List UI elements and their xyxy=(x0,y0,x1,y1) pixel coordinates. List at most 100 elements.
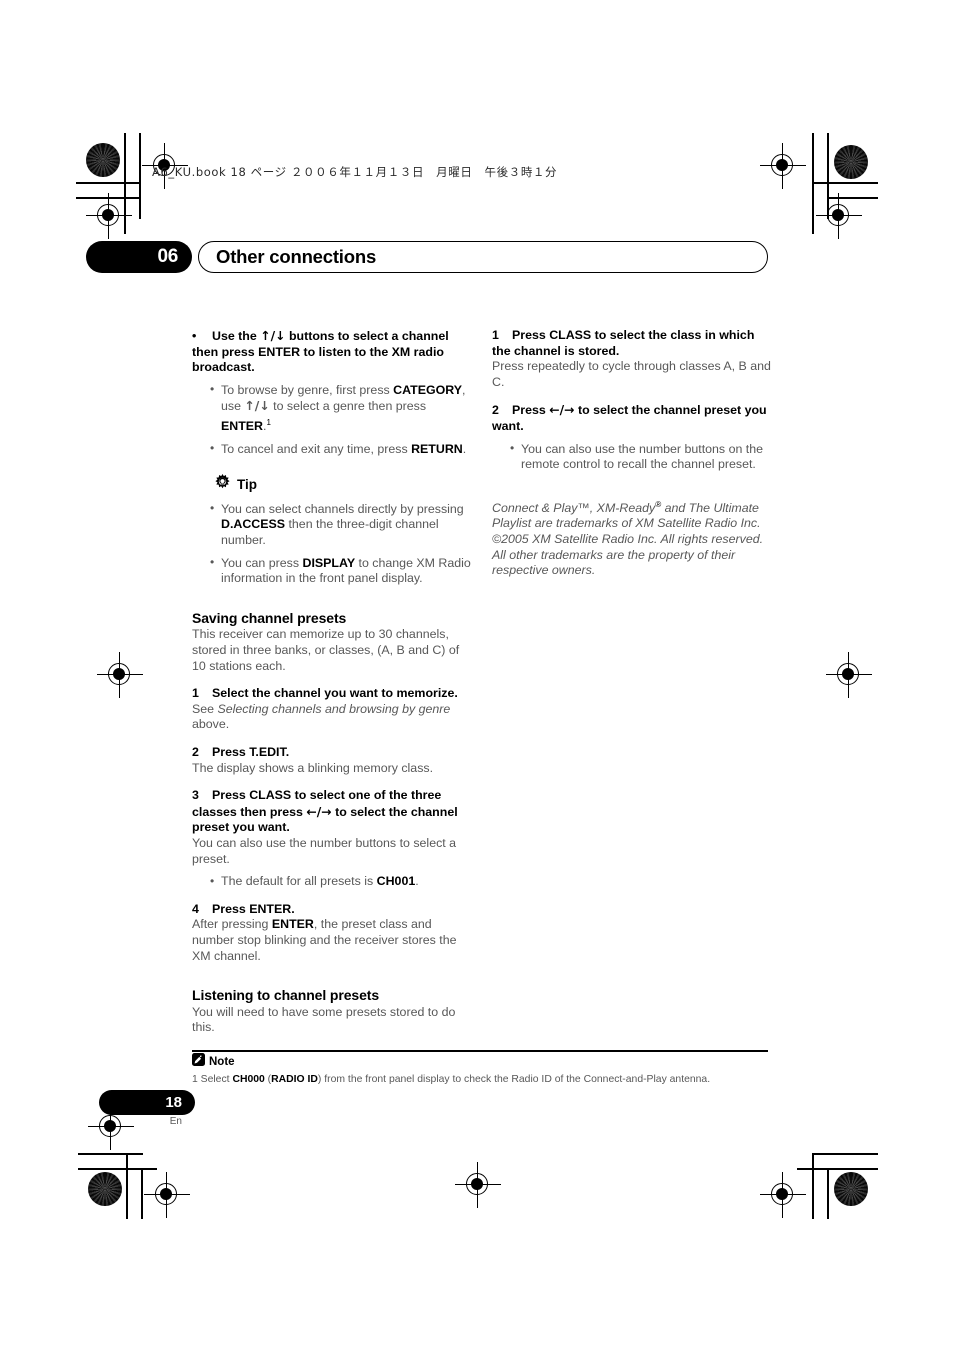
bullet-marker: • xyxy=(192,329,197,343)
crop-line-br-h1 xyxy=(812,1153,878,1155)
step-title: Select the channel you want to memorize. xyxy=(212,686,458,701)
note-pencil-icon xyxy=(192,1053,205,1071)
ch001-value: CH001 xyxy=(376,874,416,889)
saving-presets-intro: This receiver can memorize up to 30 chan… xyxy=(192,627,460,673)
left-right-arrows-icon: ←/→ xyxy=(549,402,575,418)
registration-mark-tr xyxy=(760,143,806,189)
cross-reference: Selecting channels and browsing by genre xyxy=(217,701,451,716)
step-1-body: Press repeatedly to cycle through classe… xyxy=(492,359,771,389)
print-header-text: A6_KU.book 18 ページ ２００６年１１月１３日 月曜日 午後３時１分 xyxy=(152,165,558,179)
step-2-body: The display shows a blinking memory clas… xyxy=(192,760,434,775)
chapter-number: 06 xyxy=(86,241,192,273)
step-2-press-tedit: 2 Press T.EDIT. xyxy=(192,745,472,761)
note-block: Note 1 Select CH000 (RADIO ID) from the … xyxy=(192,1053,782,1086)
tip-text-1: You can press xyxy=(221,555,303,570)
step-1-select-channel: 1 Select the channel you want to memorize… xyxy=(192,686,472,702)
step-2-sub-list: You can also use the number buttons on t… xyxy=(492,441,772,473)
daccess-button-label: D.ACCESS xyxy=(221,517,286,532)
halftone-circle-bl xyxy=(88,1172,122,1206)
list-item: You can press DISPLAY to change XM Radio… xyxy=(210,555,472,587)
category-button-label: CATEGORY xyxy=(393,382,463,397)
list-item: You can also use the number buttons on t… xyxy=(510,441,772,473)
step-title-part1: Press xyxy=(512,403,550,418)
page-number-badge: 18 xyxy=(99,1090,195,1115)
trademark-text-1: Connect & Play™, XM-Ready xyxy=(492,500,656,515)
registration-mark-br xyxy=(760,1172,806,1218)
tip-header: Tip xyxy=(214,474,472,496)
step-title: Press ENTER. xyxy=(212,901,295,916)
lightbulb-icon xyxy=(214,474,231,496)
left-right-arrows-icon: ←/→ xyxy=(306,803,332,819)
return-button-label: RETURN xyxy=(411,441,463,456)
registration-mark-right-middle xyxy=(826,652,872,698)
step-2-press-arrows: 2 Press ←/→ to select the channel preset … xyxy=(492,402,772,434)
list-item: The default for all presets is CH001. xyxy=(210,874,472,890)
registration-mark-left-upper xyxy=(86,193,132,239)
crop-line-bl-h1 xyxy=(78,1153,143,1155)
sub-text-3: to select a genre then press xyxy=(269,399,427,414)
page-language-code: En xyxy=(169,1116,182,1127)
up-down-arrows-icon: ↑/↓ xyxy=(244,398,270,414)
instruction-sub-list: To browse by genre, first press CATEGORY… xyxy=(192,382,472,458)
list-item: You can select channels directly by pres… xyxy=(210,501,472,549)
crop-line-bl-v1 xyxy=(126,1153,128,1219)
tip-list: You can select channels directly by pres… xyxy=(192,501,472,587)
step-title: Press CLASS to select the class in which… xyxy=(492,328,755,358)
step-number: 2 xyxy=(192,745,199,759)
step-number: 1 xyxy=(492,328,499,342)
step-3-press-class: 3 Press CLASS to select one of the three … xyxy=(192,788,472,836)
chapter-banner: 06 Other connections xyxy=(86,241,768,273)
crop-line-tl-h1 xyxy=(76,182,141,184)
sub-text-2: . xyxy=(462,441,467,456)
crop-line-tl-v2 xyxy=(139,133,141,219)
section-heading-listening-presets: Listening to channel presets xyxy=(192,987,380,1004)
halftone-circle-tr xyxy=(834,145,868,179)
list-item: To browse by genre, first press CATEGORY… xyxy=(210,382,472,435)
step-3-sub-list: The default for all presets is CH001. xyxy=(192,874,472,890)
registration-mark-left-middle xyxy=(97,652,143,698)
note-header: Note xyxy=(192,1053,782,1071)
crop-line-br-v2 xyxy=(827,1168,829,1219)
step-4-press-enter: 4 Press ENTER. xyxy=(192,902,472,918)
left-column: • Use the ↑/↓ buttons to select a channel… xyxy=(192,328,472,1036)
step-1-body-pre: See xyxy=(192,701,218,716)
step-1-body-post: above. xyxy=(192,717,230,732)
note-text-1: 1 Select xyxy=(192,1074,233,1085)
registration-mark-right-upper xyxy=(816,193,862,239)
right-column: 1 Press CLASS to select the class in whic… xyxy=(492,328,772,579)
note-divider xyxy=(192,1050,768,1052)
step-number: 1 xyxy=(192,686,199,701)
registration-mark-bl xyxy=(144,1172,190,1218)
step-title: Press T.EDIT. xyxy=(212,745,290,759)
instruction-use-buttons: • Use the ↑/↓ buttons to select a channel… xyxy=(192,328,472,376)
default-preset-text-end: . xyxy=(415,874,419,889)
step-number: 2 xyxy=(492,403,499,418)
step-4-body-pre: After pressing xyxy=(192,917,272,932)
footnote-ref: 1 xyxy=(266,417,271,427)
ch000-value: CH000 xyxy=(232,1074,265,1085)
crop-line-bl-h2 xyxy=(78,1168,157,1170)
sub-text-1: To cancel and exit any time, press xyxy=(221,441,412,456)
step-3-body: You can also use the number buttons to s… xyxy=(192,835,457,866)
crop-line-br-v1 xyxy=(812,1153,814,1219)
default-preset-text: The default for all presets is xyxy=(221,874,377,889)
crop-line-tr-h1 xyxy=(812,182,878,184)
halftone-circle-tl xyxy=(86,143,120,177)
step-1-body: See Selecting channels and browsing by g… xyxy=(192,702,472,733)
crop-line-br-h2 xyxy=(797,1168,878,1170)
step-4-body: After pressing ENTER, the preset class a… xyxy=(192,917,472,964)
up-down-arrows-icon: ↑/↓ xyxy=(260,328,286,343)
note-text-3: ) from the front panel display to check … xyxy=(317,1074,711,1085)
section-heading-saving-presets: Saving channel presets xyxy=(192,609,347,626)
tip-text-1: You can select channels directly by pres… xyxy=(221,501,464,516)
list-item: To cancel and exit any time, press RETUR… xyxy=(210,441,472,458)
crop-line-bl-v2 xyxy=(141,1168,143,1219)
display-button-label: DISPLAY xyxy=(302,555,356,570)
tip-label: Tip xyxy=(237,477,257,493)
note-footnote-text: 1 Select CH000 (RADIO ID) from the front… xyxy=(192,1073,782,1086)
halftone-circle-br xyxy=(834,1172,868,1206)
note-label: Note xyxy=(209,1056,235,1068)
trademark-notice: Connect & Play™, XM-Ready® and The Ultim… xyxy=(492,497,772,579)
enter-button-label: ENTER xyxy=(221,419,263,434)
step-number: 4 xyxy=(192,901,199,916)
